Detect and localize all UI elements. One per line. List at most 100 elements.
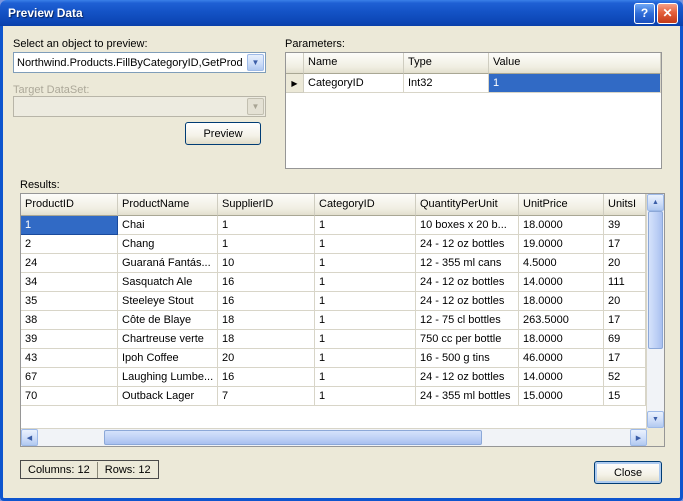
table-cell[interactable]: 1 xyxy=(315,273,416,292)
results-column-header[interactable]: UnitsI xyxy=(604,194,646,216)
table-cell[interactable]: 14.0000 xyxy=(519,273,604,292)
table-cell[interactable]: 17 xyxy=(604,235,646,254)
titlebar[interactable]: Preview Data ? ✕ xyxy=(0,0,683,26)
vertical-scroll-thumb[interactable] xyxy=(648,211,663,349)
table-cell[interactable]: Côte de Blaye xyxy=(118,311,218,330)
table-cell[interactable]: 1 xyxy=(315,216,416,235)
close-window-button[interactable]: ✕ xyxy=(657,2,678,24)
table-cell[interactable]: 12 - 75 cl bottles xyxy=(416,311,519,330)
param-type-cell[interactable]: Int32 xyxy=(404,74,489,93)
table-cell[interactable]: 24 - 12 oz bottles xyxy=(416,292,519,311)
table-cell[interactable]: 24 - 12 oz bottles xyxy=(416,235,519,254)
table-cell[interactable]: 18.0000 xyxy=(519,216,604,235)
table-cell[interactable]: Guaraná Fantás... xyxy=(118,254,218,273)
table-cell[interactable]: 1 xyxy=(21,216,118,235)
close-button[interactable]: Close xyxy=(594,461,662,484)
table-cell[interactable]: 18.0000 xyxy=(519,292,604,311)
results-column-header[interactable]: CategoryID xyxy=(315,194,416,216)
table-cell[interactable]: 69 xyxy=(604,330,646,349)
table-cell[interactable]: 16 xyxy=(218,292,315,311)
parameters-column-header[interactable]: Type xyxy=(404,53,489,74)
table-cell[interactable]: 52 xyxy=(604,368,646,387)
table-cell[interactable]: 18 xyxy=(218,330,315,349)
table-cell[interactable]: 14.0000 xyxy=(519,368,604,387)
scroll-down-icon[interactable]: ▼ xyxy=(647,411,664,428)
table-cell[interactable]: 1 xyxy=(315,235,416,254)
results-column-header[interactable]: ProductName xyxy=(118,194,218,216)
table-cell[interactable]: 17 xyxy=(604,349,646,368)
table-cell[interactable]: 17 xyxy=(604,311,646,330)
scroll-left-icon[interactable]: ◀ xyxy=(21,429,38,446)
param-name-cell[interactable]: CategoryID xyxy=(304,74,404,93)
table-cell[interactable]: 111 xyxy=(604,273,646,292)
vertical-scrollbar[interactable]: ▲ ▼ xyxy=(646,194,664,428)
table-cell[interactable]: 7 xyxy=(218,387,315,406)
table-cell[interactable]: 12 - 355 ml cans xyxy=(416,254,519,273)
table-cell[interactable]: 39 xyxy=(604,216,646,235)
table-cell[interactable]: 1 xyxy=(315,387,416,406)
table-cell[interactable]: 10 boxes x 20 b... xyxy=(416,216,519,235)
table-cell[interactable]: 15 xyxy=(604,387,646,406)
table-cell[interactable]: 4.5000 xyxy=(519,254,604,273)
table-cell[interactable]: 16 xyxy=(218,273,315,292)
scroll-up-icon[interactable]: ▲ xyxy=(647,194,664,211)
table-cell[interactable]: 1 xyxy=(315,311,416,330)
table-cell[interactable]: 19.0000 xyxy=(519,235,604,254)
table-cell[interactable]: 10 xyxy=(218,254,315,273)
horizontal-scroll-track[interactable] xyxy=(38,429,630,446)
table-cell[interactable]: Chartreuse verte xyxy=(118,330,218,349)
table-cell[interactable]: 20 xyxy=(604,292,646,311)
table-cell[interactable]: 35 xyxy=(21,292,118,311)
table-cell[interactable]: 39 xyxy=(21,330,118,349)
table-cell[interactable]: 16 xyxy=(218,368,315,387)
table-cell[interactable]: 24 - 12 oz bottles xyxy=(416,368,519,387)
results-column-header[interactable]: ProductID xyxy=(21,194,118,216)
table-cell[interactable]: 20 xyxy=(604,254,646,273)
chevron-down-icon[interactable]: ▼ xyxy=(247,54,264,71)
table-cell[interactable]: 38 xyxy=(21,311,118,330)
table-cell[interactable]: 70 xyxy=(21,387,118,406)
table-cell[interactable]: 1 xyxy=(315,330,416,349)
parameters-column-header[interactable]: Name xyxy=(304,53,404,74)
horizontal-scroll-thumb[interactable] xyxy=(104,430,482,445)
table-cell[interactable]: Ipoh Coffee xyxy=(118,349,218,368)
table-cell[interactable]: 1 xyxy=(315,368,416,387)
table-cell[interactable]: 16 - 500 g tins xyxy=(416,349,519,368)
table-cell[interactable]: 18 xyxy=(218,311,315,330)
table-cell[interactable]: 263.5000 xyxy=(519,311,604,330)
table-cell[interactable]: 1 xyxy=(218,235,315,254)
results-column-header[interactable]: QuantityPerUnit xyxy=(416,194,519,216)
table-cell[interactable]: 2 xyxy=(21,235,118,254)
help-button[interactable]: ? xyxy=(634,2,655,24)
table-cell[interactable]: 46.0000 xyxy=(519,349,604,368)
object-picker-combobox[interactable]: Northwind.Products.FillByCategoryID,GetP… xyxy=(13,52,266,73)
table-cell[interactable]: 43 xyxy=(21,349,118,368)
table-cell[interactable]: 20 xyxy=(218,349,315,368)
row-selector-cell[interactable]: ▶ xyxy=(286,74,304,93)
table-cell[interactable]: 750 cc per bottle xyxy=(416,330,519,349)
table-cell[interactable]: Outback Lager xyxy=(118,387,218,406)
table-cell[interactable]: 24 - 12 oz bottles xyxy=(416,273,519,292)
preview-button[interactable]: Preview xyxy=(185,122,261,145)
table-cell[interactable]: 67 xyxy=(21,368,118,387)
table-cell[interactable]: Sasquatch Ale xyxy=(118,273,218,292)
vertical-scroll-track[interactable] xyxy=(647,211,664,411)
table-cell[interactable]: 1 xyxy=(315,349,416,368)
param-value-cell[interactable]: 1 xyxy=(489,74,661,93)
table-cell[interactable]: 24 xyxy=(21,254,118,273)
results-column-header[interactable]: UnitPrice xyxy=(519,194,604,216)
table-cell[interactable]: 18.0000 xyxy=(519,330,604,349)
parameters-column-header[interactable]: Value xyxy=(489,53,661,74)
table-cell[interactable]: 24 - 355 ml bottles xyxy=(416,387,519,406)
table-cell[interactable]: 1 xyxy=(315,292,416,311)
scroll-right-icon[interactable]: ▶ xyxy=(630,429,647,446)
table-cell[interactable]: 1 xyxy=(315,254,416,273)
horizontal-scrollbar[interactable]: ◀ ▶ xyxy=(21,428,647,446)
table-cell[interactable]: Laughing Lumbe... xyxy=(118,368,218,387)
table-cell[interactable]: 34 xyxy=(21,273,118,292)
results-column-header[interactable]: SupplierID xyxy=(218,194,315,216)
table-cell[interactable]: 15.0000 xyxy=(519,387,604,406)
table-cell[interactable]: Chai xyxy=(118,216,218,235)
table-cell[interactable]: Chang xyxy=(118,235,218,254)
table-cell[interactable]: Steeleye Stout xyxy=(118,292,218,311)
